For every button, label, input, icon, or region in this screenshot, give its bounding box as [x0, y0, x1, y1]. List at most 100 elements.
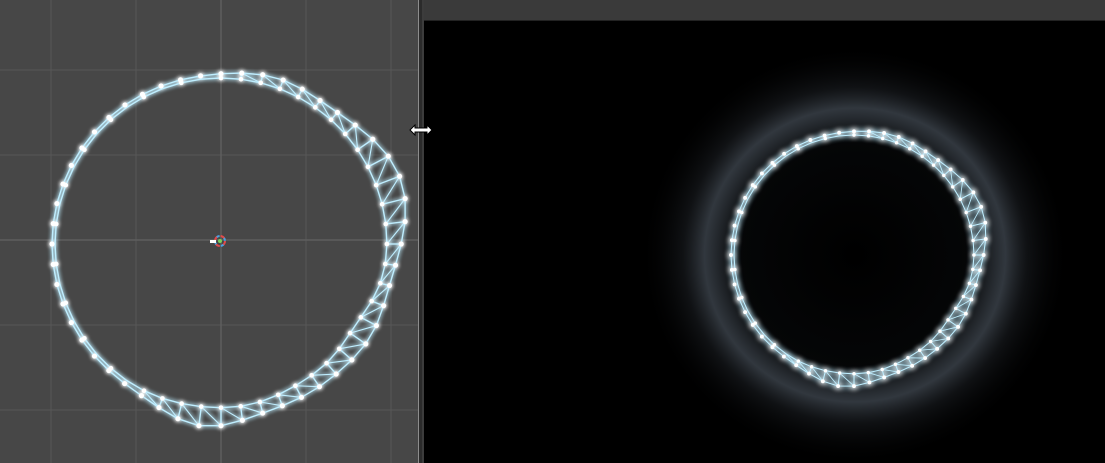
ring-node: [363, 341, 369, 347]
ring-node: [328, 117, 334, 123]
game-viewport: [640, 45, 1070, 463]
ring-node: [383, 221, 389, 227]
ring-node: [54, 200, 60, 207]
ring-node: [973, 283, 978, 287]
ring-node: [277, 86, 283, 92]
ring-node: [275, 392, 281, 398]
ring-node: [379, 201, 385, 207]
ring-node: [198, 404, 204, 409]
ring-node: [91, 353, 98, 359]
ring-node: [928, 339, 933, 344]
ring-diagonal: [259, 401, 283, 407]
ring-node: [836, 384, 841, 388]
ring-node: [743, 310, 748, 315]
ring-node: [63, 300, 69, 306]
ring-node: [733, 238, 737, 243]
ring-node: [175, 416, 181, 422]
ring-node: [382, 261, 388, 267]
ring-node: [257, 399, 263, 405]
ring-node: [729, 253, 733, 257]
ring-node: [53, 261, 59, 267]
ring-node: [68, 162, 74, 169]
ring-node: [908, 146, 912, 151]
ring-node: [880, 367, 884, 372]
ring-node: [923, 356, 928, 360]
ring-node: [963, 311, 968, 316]
ring-node: [381, 303, 387, 309]
ring-node: [882, 375, 887, 380]
ring-node: [782, 151, 787, 156]
ring-node: [385, 153, 391, 159]
ring-node: [141, 94, 147, 100]
ring-node: [910, 141, 915, 146]
ring-node: [63, 182, 69, 188]
ring-node: [316, 384, 323, 390]
ring-node: [317, 97, 323, 104]
ring-node: [807, 371, 811, 376]
ring-node: [53, 221, 59, 227]
ring-node: [896, 135, 901, 139]
ring-node: [732, 282, 737, 287]
ring-node: [260, 410, 266, 416]
ring-node: [972, 253, 976, 257]
ring-node: [358, 315, 364, 320]
ring-node: [981, 253, 986, 257]
scene-viewport[interactable]: [0, 0, 418, 463]
ring-node: [386, 282, 393, 289]
scene-view-panel[interactable]: [0, 0, 418, 463]
ring-node: [852, 384, 856, 389]
ring-node: [740, 295, 744, 300]
ring-node: [796, 359, 801, 363]
ring-spoke: [360, 316, 377, 327]
ring-node: [218, 71, 224, 77]
ring-node: [968, 224, 973, 229]
ring-node: [378, 280, 383, 286]
ring-node: [753, 321, 757, 325]
ring-node: [960, 178, 965, 182]
ring-node: [369, 298, 375, 304]
ring-node: [138, 393, 145, 399]
ring-diagonal: [278, 394, 302, 398]
ring-node: [896, 370, 901, 374]
ring-node: [935, 346, 940, 351]
ring-node: [852, 133, 856, 137]
ring-node: [772, 343, 777, 347]
ring-node: [978, 268, 982, 273]
ring-node: [894, 141, 899, 145]
ring-node: [753, 185, 757, 189]
ring-node: [160, 396, 165, 401]
game-view-panel[interactable]: [424, 0, 1105, 463]
ring-node: [347, 330, 353, 336]
ring-node: [956, 324, 961, 329]
ring-node: [355, 147, 360, 153]
ring-node: [260, 72, 266, 78]
ring-node: [239, 417, 245, 423]
ring-node: [122, 380, 128, 387]
pivot-gizmo-icon[interactable]: [210, 235, 226, 247]
ring-node: [279, 403, 285, 409]
ring-node: [156, 404, 162, 411]
ring-node: [334, 109, 341, 116]
ring-node: [852, 372, 856, 376]
ring-node: [158, 83, 164, 89]
ring-diagonal: [282, 79, 299, 98]
ring-node: [910, 363, 915, 368]
scene-ring-mesh[interactable]: [49, 70, 408, 429]
ring-node: [68, 319, 74, 326]
ring-node: [349, 357, 355, 363]
ring-diagonal: [311, 373, 337, 376]
ring-node: [342, 131, 348, 137]
ring-node: [920, 154, 924, 158]
ring-node: [967, 281, 972, 286]
ring-node: [936, 158, 941, 163]
ring-node: [740, 210, 744, 215]
ring-node: [295, 94, 301, 100]
ring-node: [238, 76, 244, 82]
ring-node: [938, 329, 942, 333]
ring-node: [333, 371, 339, 377]
ring-node: [82, 335, 87, 341]
ring-node: [867, 380, 872, 385]
ring-node: [218, 75, 224, 81]
ring-glow-halo: [640, 45, 1070, 463]
ring-node: [732, 223, 737, 228]
